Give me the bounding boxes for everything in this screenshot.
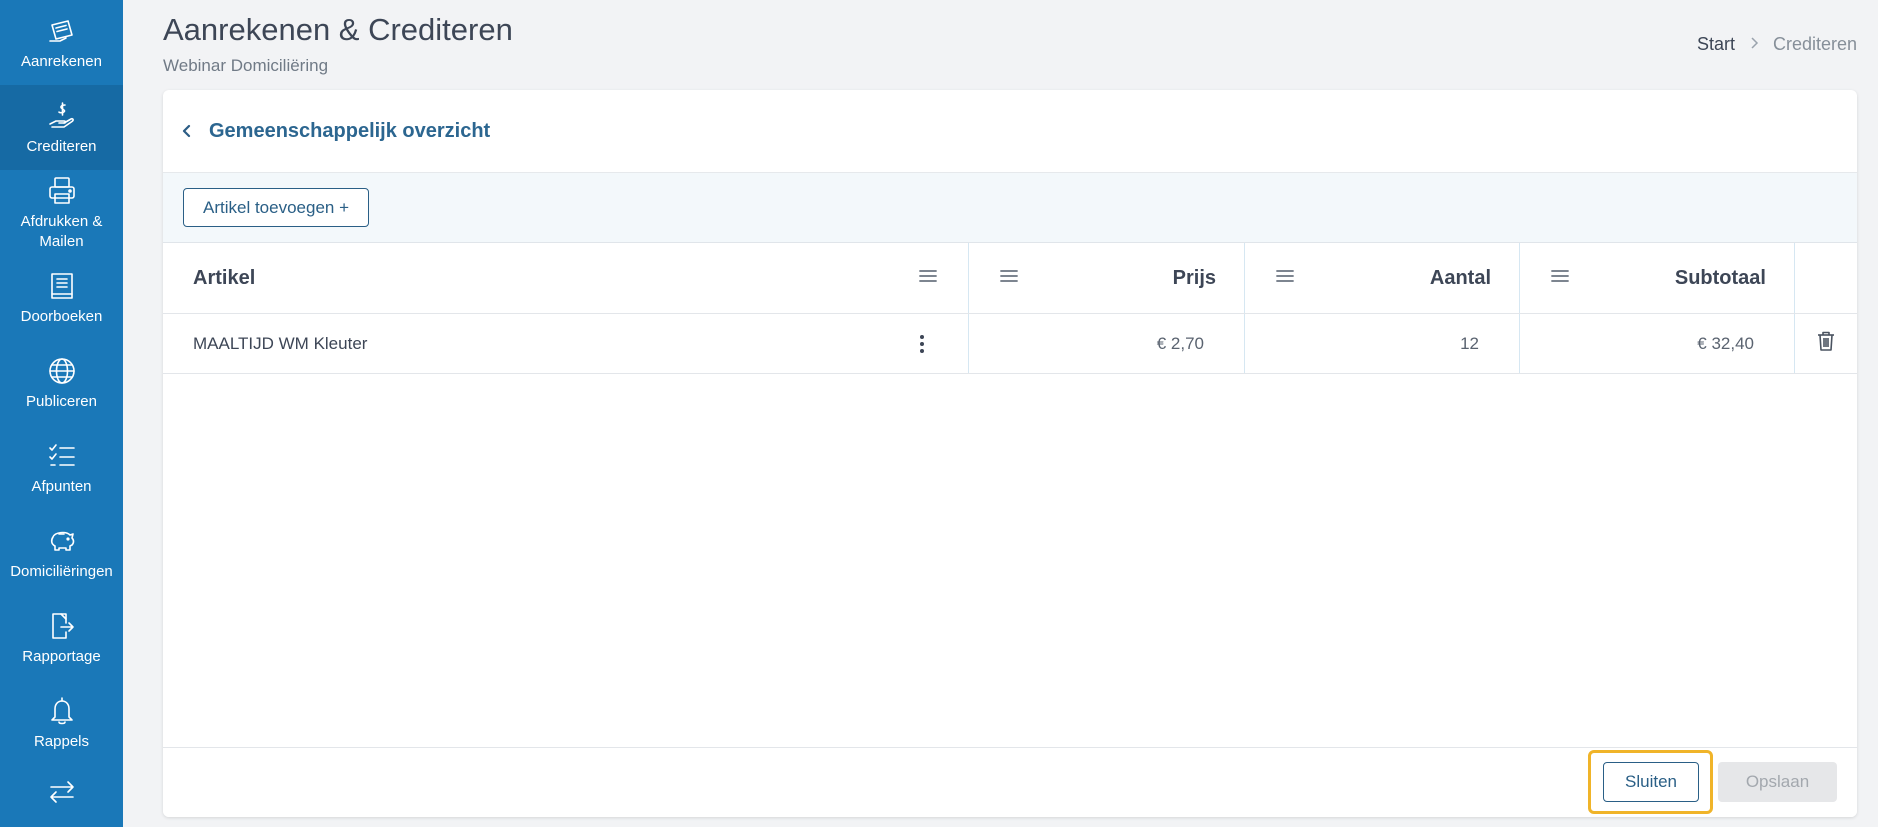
cell-prijs[interactable]: € 2,70 <box>969 314 1245 373</box>
more-vertical-icon[interactable] <box>912 334 932 354</box>
book-icon <box>45 269 79 303</box>
breadcrumb: Start Crediteren <box>1697 34 1857 55</box>
sidebar-item-label: Rappels <box>33 732 90 750</box>
column-header-label: Prijs <box>1172 266 1216 289</box>
card-title: Gemeenschappelijk overzicht <box>209 119 491 142</box>
column-header-label: Subtotaal <box>1674 266 1766 289</box>
overview-card: Gemeenschappelijk overzicht Artikel toev… <box>163 90 1857 817</box>
printer-icon <box>45 174 79 208</box>
add-article-button[interactable]: Artikel toevoegen + <box>183 188 370 227</box>
column-header-label: Aantal <box>1429 266 1491 289</box>
sidebar-item-doorboeken[interactable]: Doorboeken <box>0 255 123 340</box>
cell-artikel: MAALTIJD WM Kleuter <box>163 314 969 373</box>
sidebar-item-transfer[interactable] <box>0 765 123 805</box>
transfer-arrows-icon <box>45 777 79 809</box>
column-header-aantal: Aantal <box>1245 243 1520 313</box>
page-subtitle: Webinar Domiciliëring <box>163 56 329 75</box>
column-menu-icon[interactable] <box>1275 267 1295 290</box>
sidebar-item-label: Doorboeken <box>20 307 103 325</box>
article-name: MAALTIJD WM Kleuter <box>193 333 368 353</box>
piggy-bank-icon <box>45 524 79 558</box>
articles-table: Artikel Prijs Aantal Subtotaal MAALTIJD … <box>163 243 1857 374</box>
sidebar-item-domicilieringen[interactable]: Domiciliëringen <box>0 510 123 595</box>
column-menu-icon[interactable] <box>999 267 1019 290</box>
cell-aantal[interactable]: 12 <box>1245 314 1520 373</box>
sidebar-item-label: Rapportage <box>22 647 101 665</box>
chevron-right-icon <box>1749 36 1759 54</box>
column-menu-icon[interactable] <box>1550 267 1570 290</box>
column-header-label: Artikel <box>193 266 256 289</box>
quantity-value: 12 <box>1460 333 1479 353</box>
card-footer: Sluiten Opslaan <box>163 747 1857 817</box>
trash-icon[interactable] <box>1816 330 1836 357</box>
sidebar-item-rappels[interactable]: Rappels <box>0 680 123 765</box>
sidebar-item-aanrekenen[interactable]: Aanrekenen <box>0 0 123 85</box>
breadcrumb-start[interactable]: Start <box>1697 34 1735 55</box>
close-button[interactable]: Sluiten <box>1603 762 1699 802</box>
checklist-icon <box>45 439 79 473</box>
dollar-hand-icon <box>45 99 79 133</box>
sidebar-item-label: Publiceren <box>26 392 97 410</box>
report-export-icon <box>45 609 79 643</box>
page-title: Aanrekenen & Crediteren <box>163 12 513 47</box>
subtotal-value: € 32,40 <box>1697 333 1754 353</box>
sidebar-item-label: Afpunten <box>31 477 92 495</box>
column-header-artikel: Artikel <box>163 243 969 313</box>
globe-icon <box>45 354 79 388</box>
breadcrumb-current: Crediteren <box>1772 34 1857 54</box>
sidebar-item-afdrukken-mailen[interactable]: Afdrukken & Mailen <box>0 170 123 255</box>
sidebar-item-label: Crediteren <box>26 137 97 155</box>
cell-actions <box>1795 314 1857 373</box>
sidebar: Aanrekenen Crediteren Afdrukken & Mailen… <box>0 0 123 827</box>
card-header: Gemeenschappelijk overzicht <box>163 90 1857 173</box>
table-row: MAALTIJD WM Kleuter € 2,70 12 € 32,40 <box>163 314 1857 374</box>
column-header-actions <box>1795 243 1857 313</box>
column-menu-icon[interactable] <box>918 267 938 290</box>
sidebar-item-afpunten[interactable]: Afpunten <box>0 425 123 510</box>
column-header-prijs: Prijs <box>969 243 1245 313</box>
save-button[interactable]: Opslaan <box>1718 762 1837 802</box>
invoice-hand-icon <box>45 14 79 48</box>
sidebar-item-label: Afdrukken & Mailen <box>20 212 103 250</box>
column-header-subtotaal: Subtotaal <box>1520 243 1795 313</box>
toolbar: Artikel toevoegen + <box>163 173 1857 243</box>
sidebar-item-rapportage[interactable]: Rapportage <box>0 595 123 680</box>
sidebar-item-label: Aanrekenen <box>21 52 102 70</box>
cell-subtotaal: € 32,40 <box>1520 314 1795 373</box>
sidebar-item-label: Domiciliëringen <box>10 562 113 580</box>
price-value: € 2,70 <box>1156 333 1204 353</box>
table-header-row: Artikel Prijs Aantal Subtotaal <box>163 243 1857 314</box>
chevron-left-icon[interactable] <box>177 121 197 141</box>
bell-icon <box>45 694 79 728</box>
sidebar-item-publiceren[interactable]: Publiceren <box>0 340 123 425</box>
sidebar-item-crediteren[interactable]: Crediteren <box>0 85 123 170</box>
